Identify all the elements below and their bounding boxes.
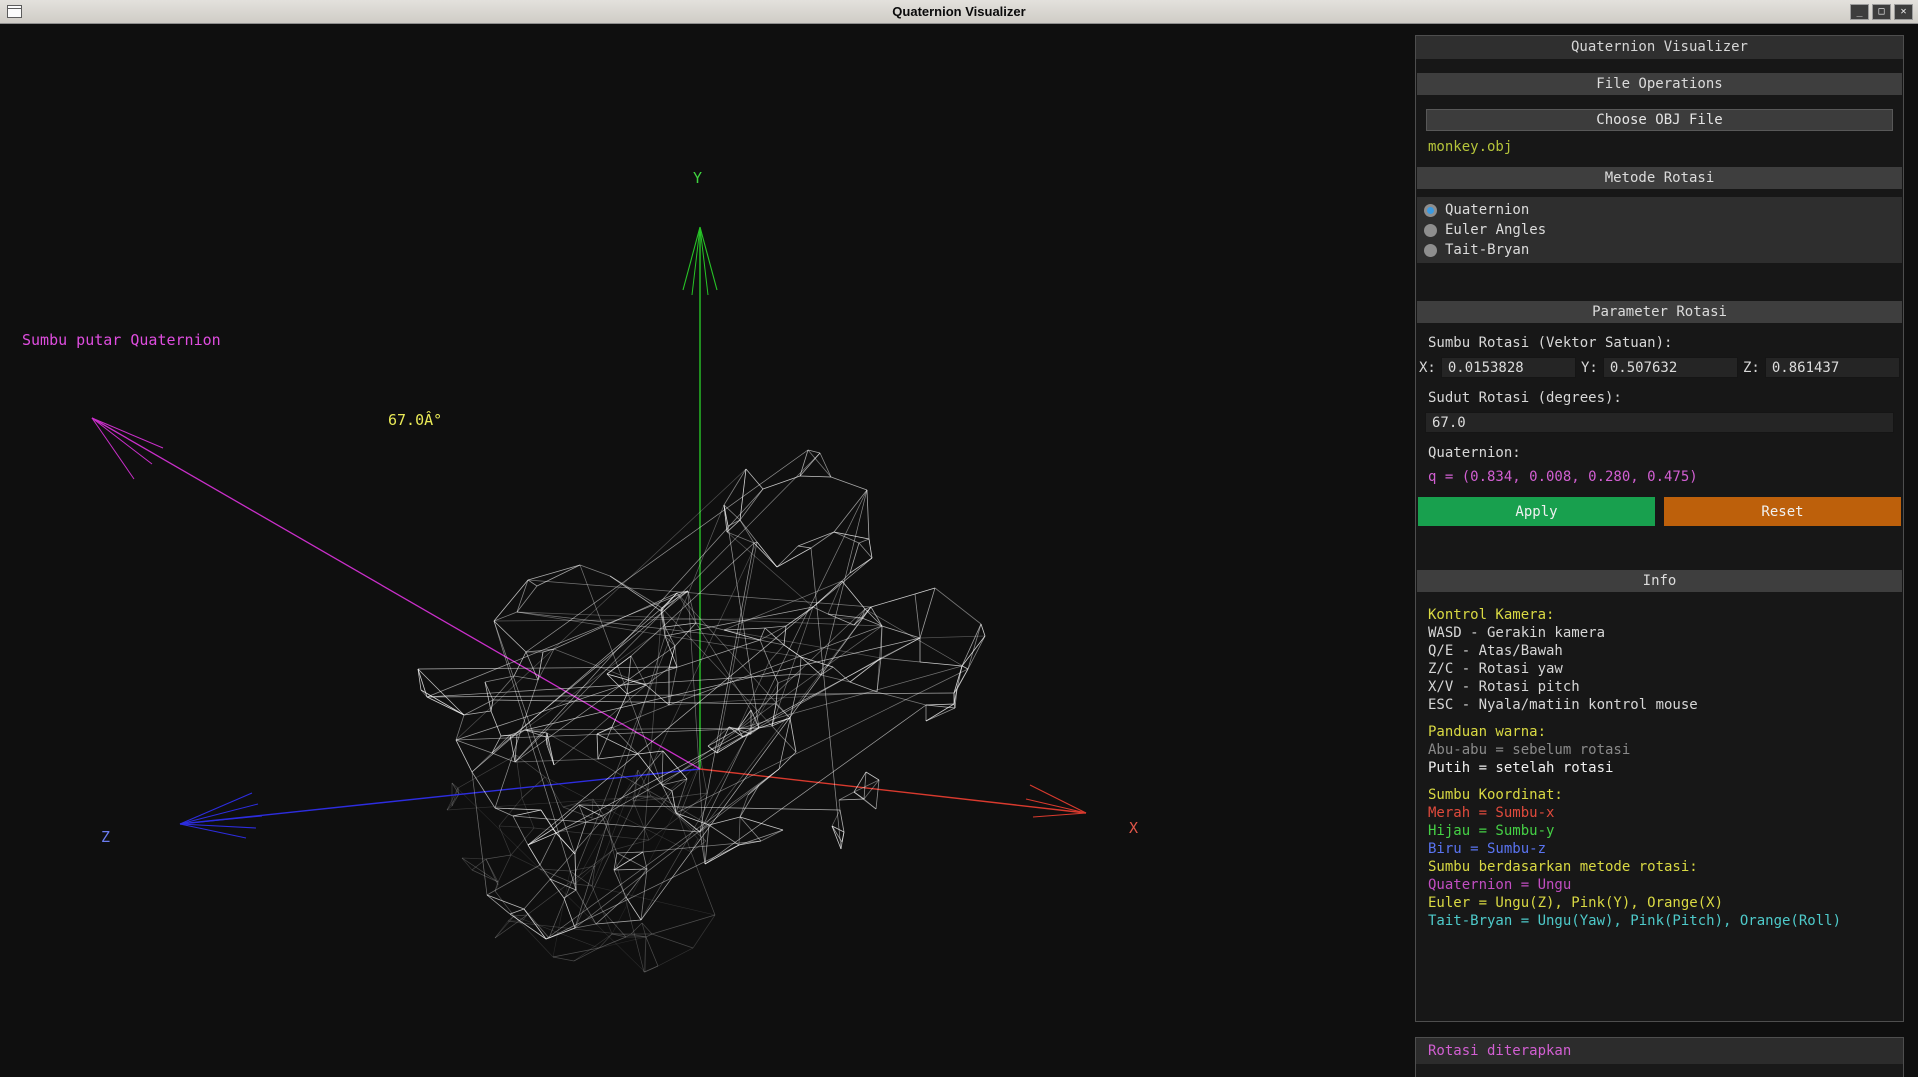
info-line: Biru = Sumbu-z — [1428, 840, 1891, 858]
quaternion-value: q = (0.834, 0.008, 0.280, 0.475) — [1428, 469, 1891, 485]
radio-label: Euler Angles — [1445, 222, 1546, 238]
angle-input[interactable] — [1425, 412, 1894, 433]
window-controls: _ □ ✕ — [1850, 4, 1913, 20]
radio-icon[interactable] — [1424, 224, 1437, 237]
info-line: Quaternion = Ungu — [1428, 876, 1891, 894]
radio-euler-angles[interactable]: Euler Angles — [1424, 220, 1895, 240]
control-panel: Quaternion Visualizer File Operations Ch… — [1415, 35, 1904, 1022]
info-line: Panduan warna: — [1428, 723, 1891, 741]
radio-label: Quaternion — [1445, 202, 1529, 218]
rotation-method-list: Quaternion Euler Angles Tait-Bryan — [1417, 197, 1902, 263]
status-text: Rotasi diterapkan — [1416, 1038, 1903, 1064]
window-titlebar: Quaternion Visualizer _ □ ✕ — [0, 0, 1918, 24]
info-list: Kontrol Kamera:WASD - Gerakin kameraQ/E … — [1428, 606, 1891, 930]
window-title: Quaternion Visualizer — [0, 4, 1918, 19]
x-input[interactable] — [1441, 357, 1576, 378]
section-parameter-rotasi[interactable]: Parameter Rotasi — [1417, 301, 1902, 323]
status-window: Rotasi diterapkan — [1415, 1037, 1904, 1077]
info-line: Merah = Sumbu-x — [1428, 804, 1891, 822]
info-line: WASD - Gerakin kamera — [1428, 624, 1891, 642]
apply-button[interactable]: Apply — [1418, 497, 1655, 526]
obj-filename: monkey.obj — [1428, 139, 1891, 155]
y-input[interactable] — [1603, 357, 1738, 378]
choose-obj-file-button[interactable]: Choose OBJ File — [1426, 109, 1893, 131]
panel-title[interactable]: Quaternion Visualizer — [1416, 36, 1903, 59]
maximize-button[interactable]: □ — [1872, 4, 1891, 20]
close-button[interactable]: ✕ — [1894, 4, 1913, 20]
axis-vector-inputs: X: Y: Z: — [1419, 357, 1900, 378]
x-axis-label: X — [1129, 819, 1138, 837]
y-axis-label: Y — [693, 169, 702, 187]
quaternion-label: Quaternion: — [1428, 445, 1891, 461]
section-file-operations[interactable]: File Operations — [1417, 73, 1902, 95]
info-line: X/V - Rotasi pitch — [1428, 678, 1891, 696]
y-field-label: Y: — [1581, 360, 1598, 376]
info-line: Hijau = Sumbu-y — [1428, 822, 1891, 840]
rotation-axis-label: Sumbu putar Quaternion — [22, 331, 221, 349]
info-line: Sumbu Koordinat: — [1428, 786, 1891, 804]
info-line: ESC - Nyala/matiin kontrol mouse — [1428, 696, 1891, 714]
rotation-angle-label: 67.0Â° — [388, 411, 442, 429]
radio-icon[interactable] — [1424, 204, 1437, 217]
info-line: Abu-abu = sebelum rotasi — [1428, 741, 1891, 759]
info-line: Euler = Ungu(Z), Pink(Y), Orange(X) — [1428, 894, 1891, 912]
info-line: Q/E - Atas/Bawah — [1428, 642, 1891, 660]
radio-quaternion[interactable]: Quaternion — [1424, 200, 1895, 220]
radio-label: Tait-Bryan — [1445, 242, 1529, 258]
info-line: Putih = setelah rotasi — [1428, 759, 1891, 777]
z-input[interactable] — [1765, 357, 1900, 378]
info-line: Tait-Bryan = Ungu(Yaw), Pink(Pitch), Ora… — [1428, 912, 1891, 930]
info-line: Sumbu berdasarkan metode rotasi: — [1428, 858, 1891, 876]
info-gap — [1428, 777, 1891, 786]
info-line: Z/C - Rotasi yaw — [1428, 660, 1891, 678]
radio-icon[interactable] — [1424, 244, 1437, 257]
axis-vector-label: Sumbu Rotasi (Vektor Satuan): — [1428, 335, 1891, 351]
z-axis-label: Z — [101, 828, 110, 846]
action-buttons: Apply Reset — [1418, 497, 1901, 526]
info-gap — [1428, 714, 1891, 723]
section-metode-rotasi[interactable]: Metode Rotasi — [1417, 167, 1902, 189]
section-info[interactable]: Info — [1417, 570, 1902, 592]
reset-button[interactable]: Reset — [1664, 497, 1901, 526]
angle-label: Sudut Rotasi (degrees): — [1428, 390, 1891, 406]
minimize-button[interactable]: _ — [1850, 4, 1869, 20]
x-field-label: X: — [1419, 360, 1436, 376]
info-line: Kontrol Kamera: — [1428, 606, 1891, 624]
z-field-label: Z: — [1743, 360, 1760, 376]
radio-tait-bryan[interactable]: Tait-Bryan — [1424, 240, 1895, 260]
